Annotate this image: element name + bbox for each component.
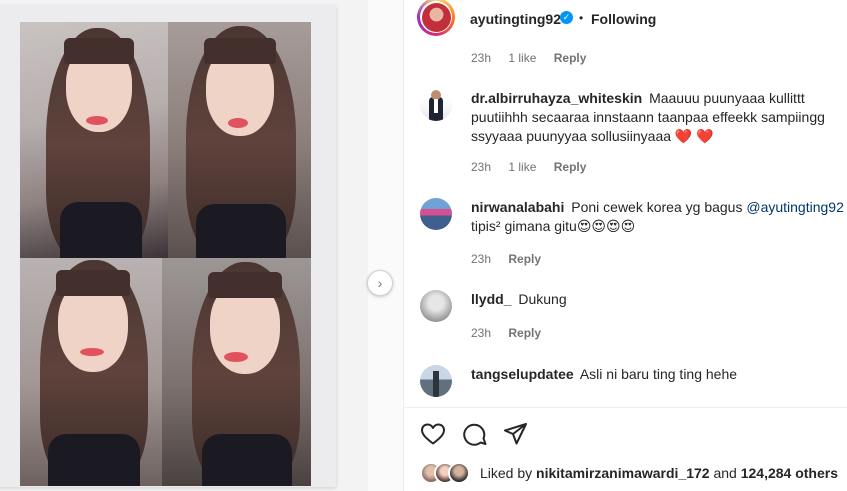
comment-text: tangselupdatee Asli ni baru ting ting he… <box>471 365 847 384</box>
commenter-username[interactable]: llydd_ <box>471 291 511 307</box>
likes-text: Liked by nikitamirzanimawardi_172 and 12… <box>480 465 838 481</box>
comment-time: 23h <box>471 252 492 266</box>
header-separator: • <box>579 11 584 25</box>
commenter-username[interactable]: nirwanalabahi <box>471 199 564 215</box>
collage-photo-2 <box>168 22 311 258</box>
comment-item: llydd_ Dukung <box>420 290 840 324</box>
reply-button[interactable]: Reply <box>554 160 587 174</box>
comment-time: 23h <box>471 326 492 340</box>
comment-likes[interactable]: 1 like <box>508 51 536 65</box>
section-divider <box>404 407 847 408</box>
comment-likes[interactable]: 1 like <box>508 160 536 174</box>
likes-prefix: Liked by <box>480 465 533 481</box>
comment-text: nirwanalabahi Poni cewek korea yg bagus … <box>471 198 847 236</box>
reply-button[interactable]: Reply <box>554 51 587 65</box>
likes-summary: Liked by nikitamirzanimawardi_172 and 12… <box>420 462 840 484</box>
share-button[interactable] <box>503 422 529 446</box>
mention-link[interactable]: @ayutingting92 <box>746 199 844 215</box>
post-panel: ayutingting92 ✓ • Following 23h 1 like R… <box>403 0 847 491</box>
heart-emojis: ❤️ ❤️ <box>674 128 714 144</box>
liker-username[interactable]: nikitamirzanimawardi_172 <box>536 465 710 481</box>
collage-photo-4 <box>162 258 311 486</box>
chevron-right-icon: › <box>377 275 383 291</box>
owner-username[interactable]: ayutingting92 <box>470 11 561 27</box>
commenter-avatar[interactable] <box>420 365 452 397</box>
comment-content: Dukung <box>518 291 567 307</box>
commenter-avatar[interactable] <box>420 198 452 230</box>
reply-button[interactable]: Reply <box>508 252 541 266</box>
commenter-username[interactable]: dr.albirruhayza_whiteskin <box>471 90 642 106</box>
commenter-username[interactable]: tangselupdatee <box>471 366 574 382</box>
comment-item: tangselupdatee Asli ni baru ting ting he… <box>420 365 840 399</box>
comment-meta: 23h 1 like Reply <box>471 160 600 174</box>
owner-avatar[interactable] <box>417 0 455 36</box>
photo-collage <box>0 6 336 487</box>
comment-item: dr.albirruhayza_whiteskin Maauuu puunyaa… <box>420 89 840 149</box>
liker-avatar[interactable] <box>448 462 470 484</box>
commenter-avatar[interactable] <box>420 290 452 322</box>
collage-photo-1 <box>20 22 168 258</box>
comment-button[interactable] <box>462 422 488 446</box>
likes-joiner: and <box>713 465 737 481</box>
collage-photo-3 <box>20 258 162 486</box>
comment-meta: 23h Reply <box>471 252 555 266</box>
post-media: › <box>0 0 403 491</box>
following-button[interactable]: Following <box>591 11 656 27</box>
next-image-button[interactable]: › <box>367 270 393 296</box>
post-header: ayutingting92 ✓ • Following <box>404 0 847 36</box>
comment-text: dr.albirruhayza_whiteskin Maauuu puunyaa… <box>471 89 847 146</box>
commenter-avatar[interactable] <box>420 89 452 121</box>
comment-meta: 23h 1 like Reply <box>471 51 600 65</box>
comment-time: 23h <box>471 160 492 174</box>
comment-time: 23h <box>471 51 492 65</box>
likes-count[interactable]: 124,284 others <box>741 465 838 481</box>
like-button[interactable] <box>420 422 446 446</box>
comment-content-rest: tipis² gimana gitu😍😍😍😍 <box>471 218 636 234</box>
comment-item: nirwanalabahi Poni cewek korea yg bagus … <box>420 198 844 240</box>
reply-button[interactable]: Reply <box>508 326 541 340</box>
comment-meta: 23h Reply <box>471 326 555 340</box>
comment-bubble-icon <box>463 423 487 446</box>
paper-plane-icon <box>504 423 527 445</box>
comment-content: Poni cewek korea yg bagus <box>571 199 743 215</box>
media-gutter <box>368 0 403 491</box>
heart-icon <box>421 423 445 445</box>
verified-badge-icon: ✓ <box>560 11 573 24</box>
comment-content: Asli ni baru ting ting hehe <box>579 366 738 382</box>
comment-text: llydd_ Dukung <box>471 290 847 309</box>
